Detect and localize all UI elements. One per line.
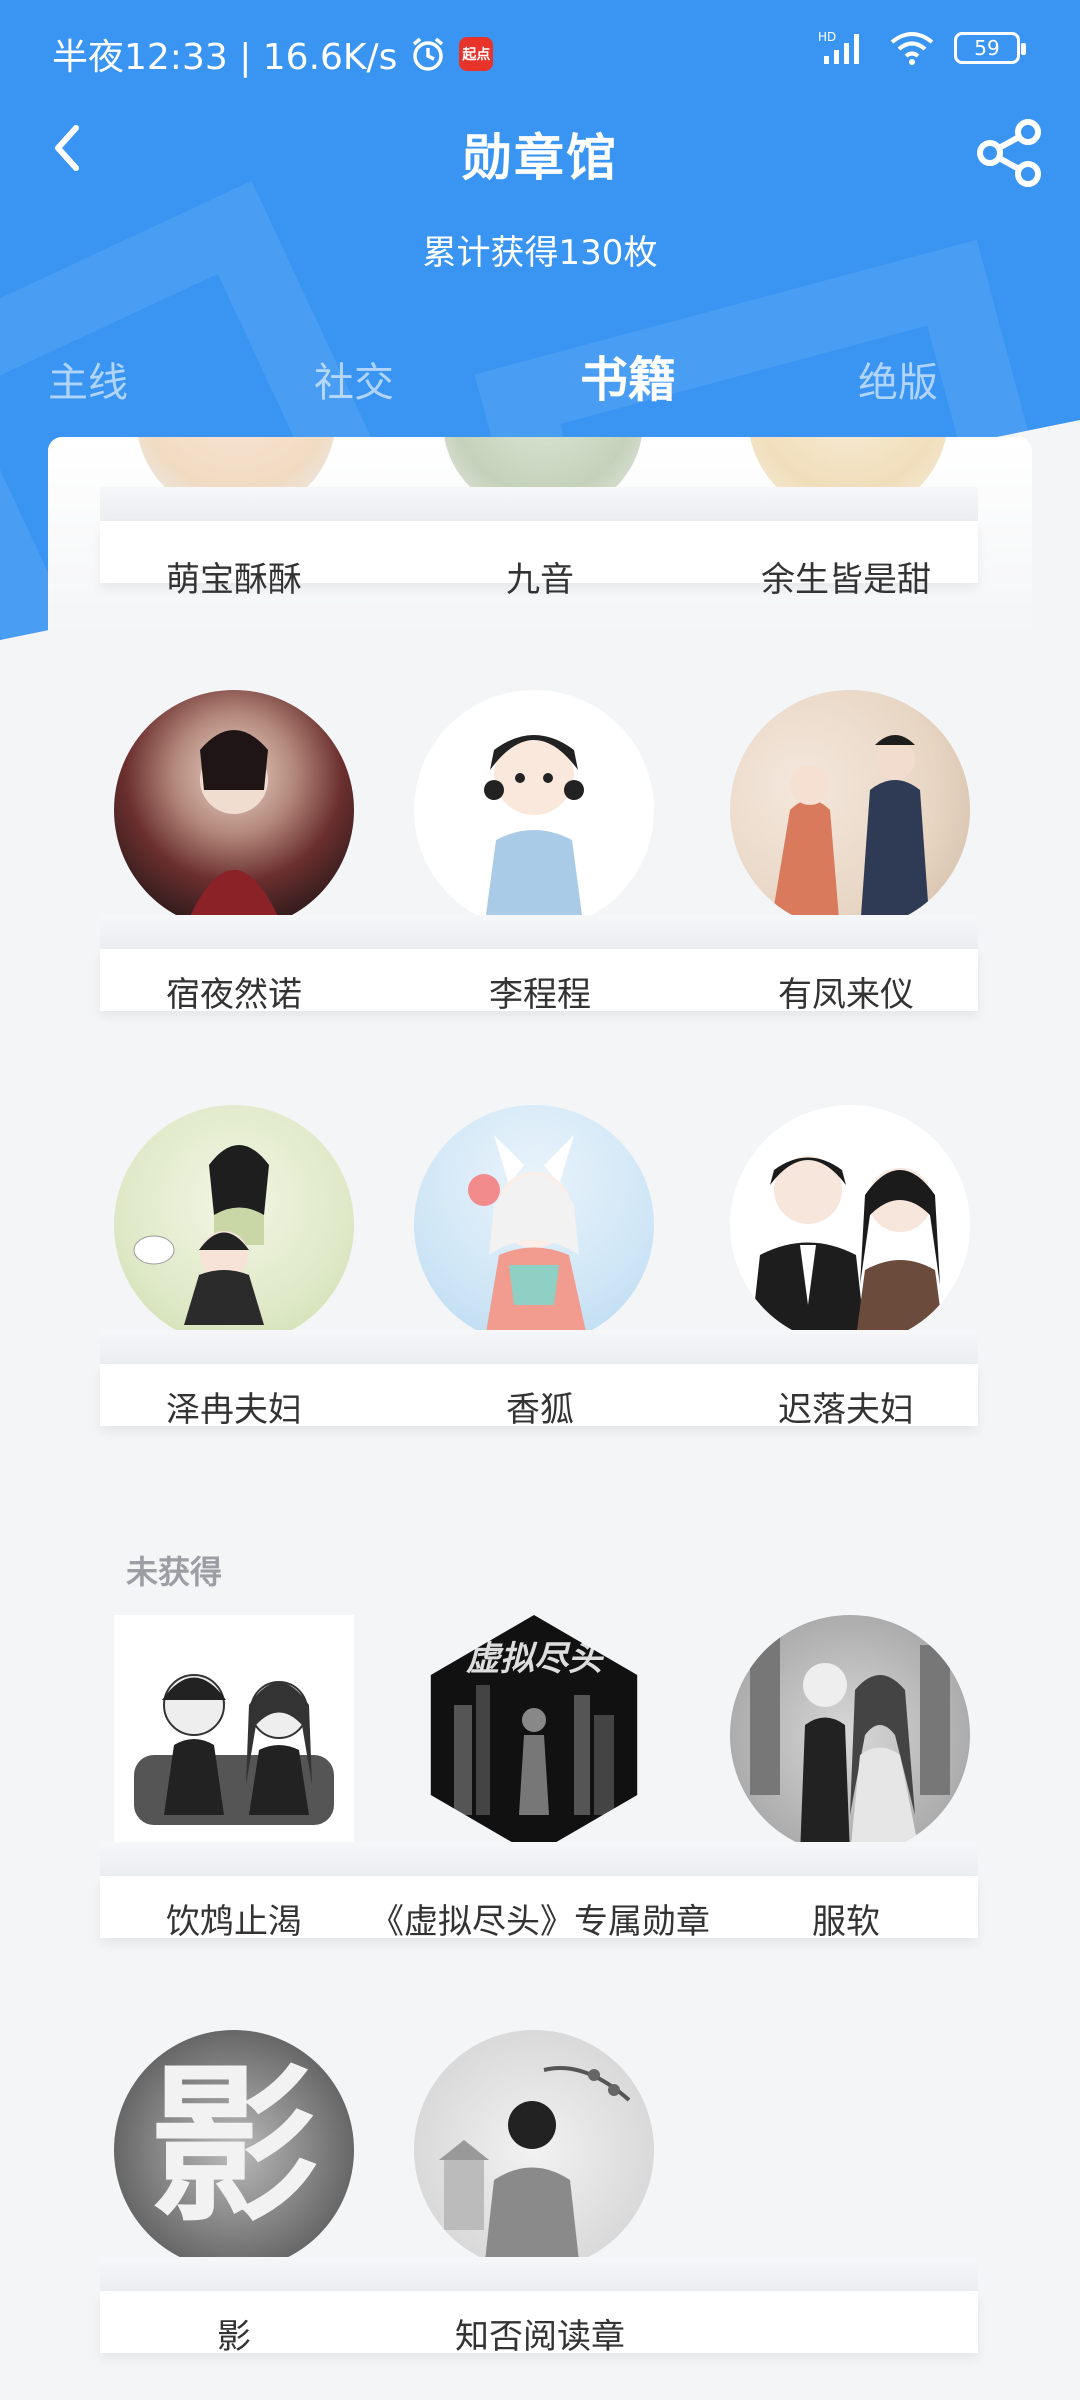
badge-image[interactable]	[414, 690, 654, 930]
share-icon[interactable]	[974, 118, 1044, 188]
svg-text:虚拟尽头: 虚拟尽头	[466, 1639, 605, 1679]
svg-text:HD: HD	[818, 30, 836, 44]
app-notification-icon: 起点	[459, 37, 494, 71]
badge-list-panel[interactable]: 萌宝酥酥 九音 余生皆是甜 宿夜然诺 李程程 有凤来仪 泽冉夫妇 香狐 迟落夫妇…	[48, 437, 1032, 2400]
cell-signal-icon: HD	[818, 30, 859, 64]
wifi-icon	[890, 32, 934, 65]
badge-label: 知否阅读章	[455, 2317, 625, 2357]
tab-mainline[interactable]: 主线	[48, 350, 128, 408]
badge-label: 李程程	[489, 975, 591, 1015]
tab-limited[interactable]: 绝版	[858, 350, 938, 408]
badge-image[interactable]	[114, 1615, 354, 1855]
section-title-unobtained: 未获得	[126, 1553, 223, 1591]
status-bar: 半夜12:33 | 16.6K/s 起点 HD 59	[0, 0, 1080, 100]
badge-image[interactable]	[414, 1105, 654, 1345]
tab-social[interactable]: 社交	[314, 350, 394, 408]
badge-image[interactable]	[730, 1105, 970, 1345]
badge-image[interactable]: 影	[114, 2030, 354, 2270]
badge-label: 服软	[812, 1902, 880, 1942]
tab-books[interactable]: 书籍	[580, 340, 676, 410]
svg-text:影: 影	[149, 2046, 319, 2246]
badge-image[interactable]	[414, 2030, 654, 2270]
badge-label: 影	[217, 2317, 251, 2357]
badge-label: 宿夜然诺	[166, 975, 302, 1015]
badge-label: 泽冉夫妇	[166, 1390, 302, 1430]
badge-label: 迟落夫妇	[778, 1390, 914, 1430]
battery-icon: 59	[954, 32, 1026, 64]
badge-label: 九音	[506, 560, 574, 600]
badge-image[interactable]	[114, 1105, 354, 1345]
badge-count-subtitle: 累计获得130枚	[422, 233, 658, 273]
badge-image[interactable]	[730, 1615, 970, 1855]
category-tabs: 主线 社交 书籍 绝版	[0, 340, 1080, 420]
badge-image[interactable]	[730, 690, 970, 930]
badge-label: 余生皆是甜	[761, 560, 931, 600]
alarm-icon	[413, 37, 444, 71]
status-time: 半夜12:33 | 16.6K/s	[52, 37, 398, 78]
badge-image[interactable]: 虚拟尽头	[430, 1615, 638, 1855]
badge-label: 香狐	[506, 1390, 574, 1430]
battery-level: 59	[974, 36, 1000, 60]
badge-label: 萌宝酥酥	[166, 560, 302, 600]
badge-label: 饮鸩止渴	[166, 1902, 302, 1942]
badge-image[interactable]	[114, 690, 354, 930]
page-title: 勋章馆	[462, 129, 618, 187]
badge-label: 有凤来仪	[778, 975, 914, 1015]
badge-label: 《虚拟尽头》专属勋章	[370, 1902, 710, 1942]
